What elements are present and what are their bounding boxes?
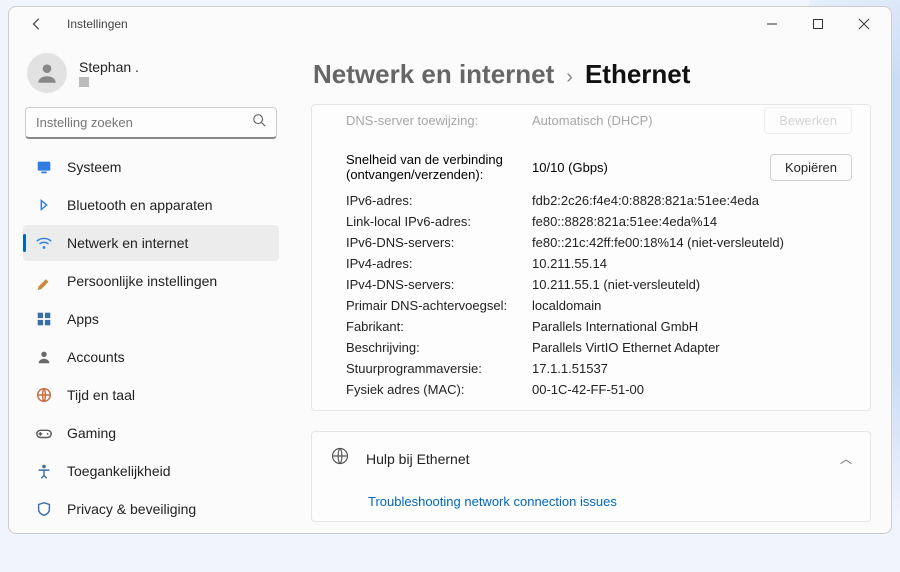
globe-icon [35,386,53,404]
property-label: Link-local IPv6-adres: [346,214,532,229]
property-label: Primair DNS-achtervoegsel: [346,298,532,313]
sidebar-item-systeem[interactable]: Systeem [23,149,279,185]
sidebar-item-persoonlijke-instellingen[interactable]: Persoonlijke instellingen [23,263,279,299]
avatar [27,53,67,93]
network-details-panel: DNS-server toewijzing: Automatisch (DHCP… [311,104,871,411]
sidebar-item-tijd-en-taal[interactable]: Tijd en taal [23,377,279,413]
edit-button[interactable]: Bewerken [764,107,852,134]
grid-icon [35,310,53,328]
gamepad-icon [35,424,53,442]
property-value: Parallels VirtIO Ethernet Adapter [532,340,852,355]
breadcrumb-current: Ethernet [585,59,690,90]
help-expander[interactable]: Hulp bij Ethernet ︿ [312,432,870,485]
property-row: Fabrikant:Parallels International GmbH [312,316,870,337]
bluetooth-icon [35,196,53,214]
app-title: Instellingen [67,17,128,31]
property-label: Fysiek adres (MAC): [346,382,532,397]
search-box[interactable] [25,107,277,139]
sidebar-item-label: Persoonlijke instellingen [67,273,217,289]
user-profile[interactable]: Stephan . [23,47,279,103]
user-status-icon [79,77,89,87]
chevron-right-icon: › [566,66,573,89]
main-content: Netwerk en internet › Ethernet DNS-serve… [291,41,891,533]
property-value: 10.211.55.14 [532,256,852,271]
help-title: Hulp bij Ethernet [366,451,470,467]
sidebar-item-label: Apps [67,311,99,327]
copy-button[interactable]: Kopiëren [770,154,852,181]
dns-assign-value: Automatisch (DHCP) [532,113,764,128]
brush-icon [35,272,53,290]
back-button[interactable] [23,10,51,38]
property-value: Parallels International GmbH [532,319,852,334]
sidebar-item-apps[interactable]: Apps [23,301,279,337]
sidebar-item-netwerk-en-internet[interactable]: Netwerk en internet [23,225,279,261]
dns-assign-label: DNS-server toewijzing: [346,113,532,128]
search-icon [252,113,266,132]
property-row: Stuurprogrammaversie:17.1.1.51537 [312,358,870,379]
sidebar-item-label: Tijd en taal [67,387,135,403]
property-value: 10.211.55.1 (niet-versleuteld) [532,277,852,292]
sidebar-item-accounts[interactable]: Accounts [23,339,279,375]
property-label: Stuurprogrammaversie: [346,361,532,376]
sidebar-item-privacy-beveiliging[interactable]: Privacy & beveiliging [23,491,279,527]
sidebar-item-gaming[interactable]: Gaming [23,415,279,451]
sidebar-item-bluetooth-en-apparaten[interactable]: Bluetooth en apparaten [23,187,279,223]
wifi-icon [35,234,53,252]
property-label: Fabrikant: [346,319,532,334]
user-name: Stephan . [79,59,139,75]
property-label: IPv4-DNS-servers: [346,277,532,292]
sidebar-item-toegankelijkheid[interactable]: Toegankelijkheid [23,453,279,489]
help-panel: Hulp bij Ethernet ︿ Troubleshooting netw… [311,431,871,522]
property-label: IPv6-adres: [346,193,532,208]
property-row: Primair DNS-achtervoegsel:localdomain [312,295,870,316]
property-value: fdb2:2c26:f4e4:0:8828:821a:51ee:4eda [532,193,852,208]
property-row: IPv6-DNS-servers:fe80::21c:42ff:fe00:18%… [312,232,870,253]
display-icon [35,158,53,176]
maximize-button[interactable] [795,7,841,41]
settings-window: Instellingen Stephan . [8,6,892,534]
sidebar-item-label: Toegankelijkheid [67,463,171,479]
access-icon [35,462,53,480]
sidebar-item-label: Bluetooth en apparaten [67,197,213,213]
breadcrumb: Netwerk en internet › Ethernet [311,41,871,104]
titlebar: Instellingen [9,7,891,41]
property-label: IPv4-adres: [346,256,532,271]
help-link-troubleshoot[interactable]: Troubleshooting network connection issue… [368,494,617,509]
property-row: IPv4-adres:10.211.55.14 [312,253,870,274]
property-label: IPv6-DNS-servers: [346,235,532,250]
chevron-up-icon: ︿ [840,450,852,467]
globe-icon [330,446,350,471]
sidebar-item-label: Netwerk en internet [67,235,188,251]
property-row: Link-local IPv6-adres:fe80::8828:821a:51… [312,211,870,232]
sidebar-item-label: Gaming [67,425,116,441]
property-row: IPv4-DNS-servers:10.211.55.1 (niet-versl… [312,274,870,295]
property-value: 00-1C-42-FF-51-00 [532,382,852,397]
property-value: fe80::8828:821a:51ee:4eda%14 [532,214,852,229]
sidebar-item-label: Accounts [67,349,125,365]
property-value: localdomain [532,298,852,313]
sidebar-item-label: Privacy & beveiliging [67,501,196,517]
sidebar: Stephan . Systeem Bluetooth en apparaten N… [9,41,291,533]
nav-list: Systeem Bluetooth en apparaten Netwerk en … [23,149,279,527]
person-icon [35,348,53,366]
speed-label: Snelheid van de verbinding (ontvangen/ve… [346,152,532,182]
property-row: Beschrijving:Parallels VirtIO Ethernet A… [312,337,870,358]
property-value: fe80::21c:42ff:fe00:18%14 (niet-versleut… [532,235,852,250]
speed-value: 10/10 (Gbps) [532,160,770,175]
search-input[interactable] [36,115,252,130]
property-row: IPv6-adres:fdb2:2c26:f4e4:0:8828:821a:51… [312,190,870,211]
property-value: 17.1.1.51537 [532,361,852,376]
shield-icon [35,500,53,518]
property-label: Beschrijving: [346,340,532,355]
minimize-button[interactable] [749,7,795,41]
sidebar-item-label: Systeem [67,159,121,175]
close-button[interactable] [841,7,887,41]
breadcrumb-parent[interactable]: Netwerk en internet [313,59,554,90]
property-row: Fysiek adres (MAC):00-1C-42-FF-51-00 [312,379,870,400]
